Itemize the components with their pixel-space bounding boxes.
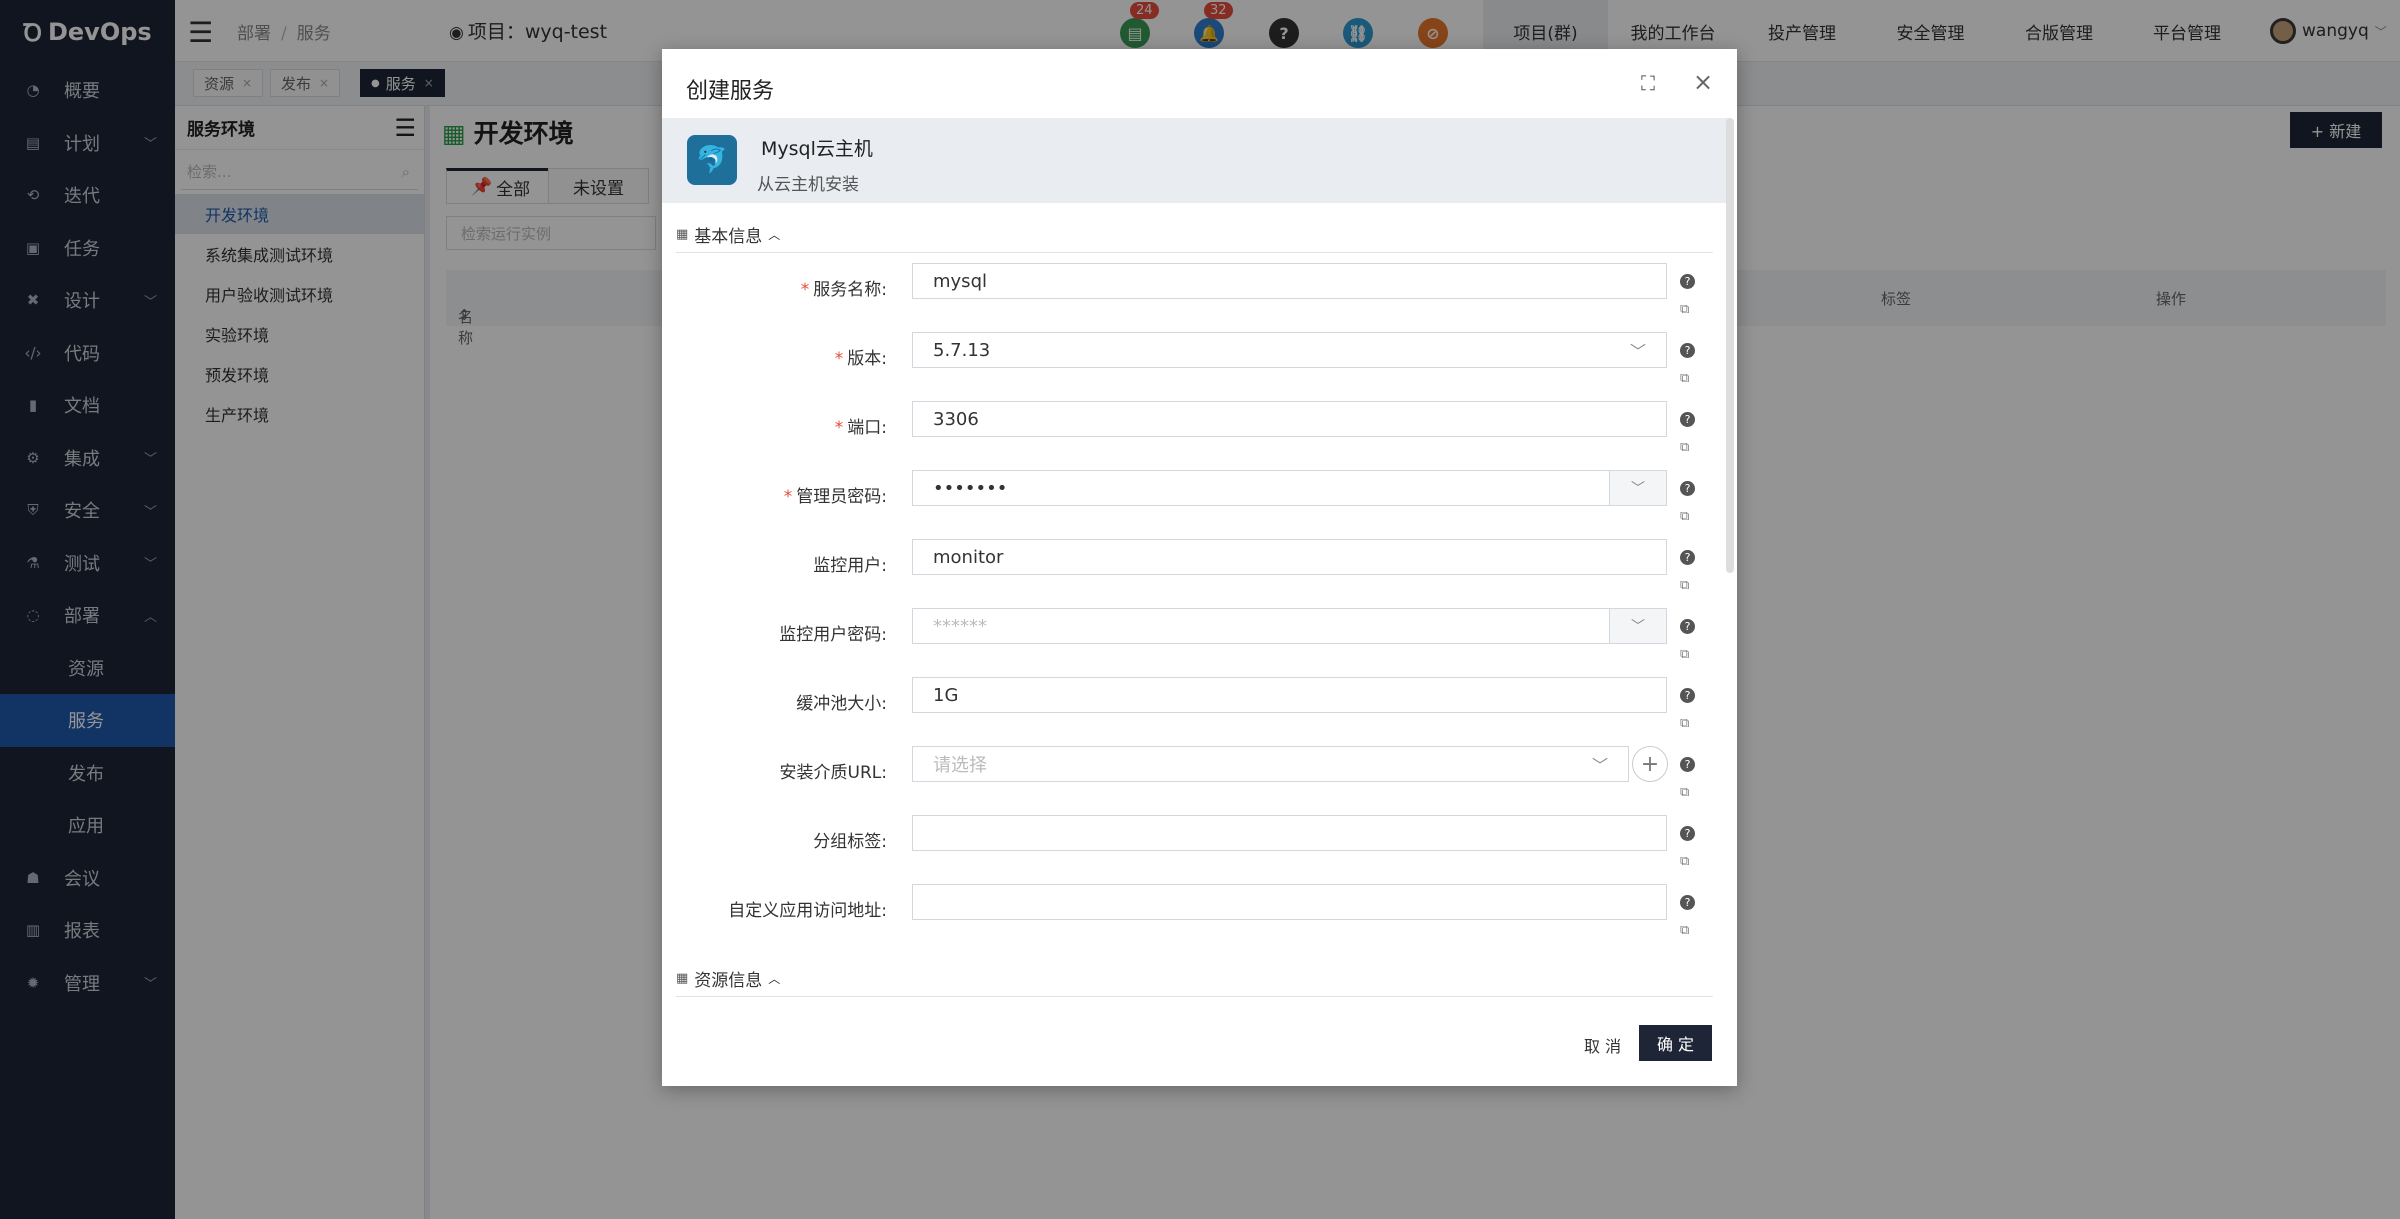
field-port: * 端口: 3306 ? ⧉ xyxy=(662,393,1737,462)
service-type-description: 从云主机安装 xyxy=(757,175,859,195)
eye-closed-icon: ﹀ xyxy=(1631,481,1645,497)
maximize-icon[interactable]: ⛶ xyxy=(1641,71,1655,95)
help-icon[interactable]: ? xyxy=(1680,619,1695,634)
help-icon[interactable]: ? xyxy=(1680,895,1695,910)
confirm-button[interactable]: 确 定 xyxy=(1639,1025,1712,1061)
field-monitor-user: 监控用户: monitor ? ⧉ xyxy=(662,531,1737,600)
field-buffer-pool: 缓冲池大小: 1G ? ⧉ xyxy=(662,669,1737,738)
monitor-user-input[interactable]: monitor xyxy=(912,539,1667,575)
show-password-toggle[interactable]: ﹀ xyxy=(1609,471,1666,505)
custom-access-url-input[interactable] xyxy=(912,884,1667,920)
chevron-down-icon: ﹀ xyxy=(1629,342,1646,361)
field-service-name: * 服务名称: mysql ? ⧉ xyxy=(662,255,1737,324)
help-icon[interactable]: ? xyxy=(1680,757,1695,772)
help-icon[interactable]: ? xyxy=(1680,343,1695,358)
admin-password-input[interactable]: ••••••• ﹀ xyxy=(912,470,1667,506)
version-select[interactable]: 5.7.13 ﹀ xyxy=(912,332,1667,368)
field-monitor-password: 监控用户密码: ****** ﹀ ? ⧉ xyxy=(662,600,1737,669)
copy-icon[interactable]: ⧉ xyxy=(1680,371,1689,386)
field-label: 监控用户: xyxy=(813,556,887,576)
help-icon[interactable]: ? xyxy=(1680,826,1695,841)
help-icon[interactable]: ? xyxy=(1680,481,1695,496)
field-label: 自定义应用访问地址: xyxy=(728,901,887,921)
help-icon[interactable]: ? xyxy=(1680,550,1695,565)
copy-icon[interactable]: ⧉ xyxy=(1680,302,1689,317)
help-icon[interactable]: ? xyxy=(1680,274,1695,289)
copy-icon[interactable]: ⧉ xyxy=(1680,785,1689,800)
field-label: 缓冲池大小: xyxy=(796,694,887,714)
show-password-toggle[interactable]: ﹀ xyxy=(1609,609,1666,643)
field-label: 分组标签: xyxy=(813,832,887,852)
close-icon[interactable]: × xyxy=(1693,68,1713,96)
install-url-select[interactable]: 请选择 ﹀ xyxy=(912,746,1629,782)
chevron-down-icon: ﹀ xyxy=(1591,756,1608,775)
copy-icon[interactable]: ⧉ xyxy=(1680,716,1689,731)
field-label: 监控用户密码: xyxy=(779,625,887,645)
grid-icon: ▦ xyxy=(676,971,689,986)
service-type-name: Mysql云主机 xyxy=(761,138,873,160)
field-group-tags: 分组标签: ? ⧉ xyxy=(662,807,1737,876)
help-icon[interactable]: ? xyxy=(1680,688,1695,703)
create-service-dialog: 创建服务 ⛶ × 🐬 Mysql云主机 从云主机安装 ▦ 基本信息 ︿ * 服务名称:… xyxy=(662,49,1737,1086)
copy-icon[interactable]: ⧉ xyxy=(1680,647,1689,662)
required-mark: * xyxy=(783,487,793,507)
required-mark: * xyxy=(834,418,844,438)
field-label: * 版本: xyxy=(834,349,887,369)
port-input[interactable]: 3306 xyxy=(912,401,1667,437)
copy-icon[interactable]: ⧉ xyxy=(1680,440,1689,455)
mysql-icon: 🐬 xyxy=(687,135,737,185)
group-tags-input[interactable] xyxy=(912,815,1667,851)
field-install-url: 安装介质URL: 请选择 ﹀ + ? ⧉ xyxy=(662,738,1737,807)
add-url-button[interactable]: + xyxy=(1632,746,1668,782)
copy-icon[interactable]: ⧉ xyxy=(1680,509,1689,524)
copy-icon[interactable]: ⧉ xyxy=(1680,923,1689,938)
field-custom-url: 自定义应用访问地址: ? ⧉ xyxy=(662,876,1737,945)
field-label: 安装介质URL: xyxy=(779,763,887,783)
plus-icon: + xyxy=(1640,751,1660,777)
copy-icon[interactable]: ⧉ xyxy=(1680,578,1689,593)
eye-closed-icon: ﹀ xyxy=(1631,619,1645,635)
required-mark: * xyxy=(800,280,810,300)
section-basic-info[interactable]: ▦ 基本信息 ︿ xyxy=(676,217,1713,253)
monitor-password-input[interactable]: ****** ﹀ xyxy=(912,608,1667,644)
dialog-title: 创建服务 xyxy=(686,79,775,104)
cancel-button[interactable]: 取 消 xyxy=(1584,1033,1621,1057)
field-label: * 管理员密码: xyxy=(783,487,887,507)
help-icon[interactable]: ? xyxy=(1680,412,1695,427)
grid-icon: ▦ xyxy=(676,227,689,242)
field-label: * 端口: xyxy=(834,418,887,438)
service-type-banner: 🐬 Mysql云主机 从云主机安装 xyxy=(662,118,1732,203)
copy-icon[interactable]: ⧉ xyxy=(1680,854,1689,869)
field-version: * 版本: 5.7.13 ﹀ ? ⧉ xyxy=(662,324,1737,393)
required-mark: * xyxy=(834,349,844,369)
service-name-input[interactable]: mysql xyxy=(912,263,1667,299)
chevron-up-icon: ︿ xyxy=(768,972,781,986)
field-label: * 服务名称: xyxy=(800,280,887,300)
chevron-up-icon: ︿ xyxy=(768,228,781,242)
section-resource-info[interactable]: ▦ 资源信息 ︿ xyxy=(676,961,1713,997)
buffer-pool-input[interactable]: 1G xyxy=(912,677,1667,713)
field-admin-password: * 管理员密码: ••••••• ﹀ ? ⧉ xyxy=(662,462,1737,531)
